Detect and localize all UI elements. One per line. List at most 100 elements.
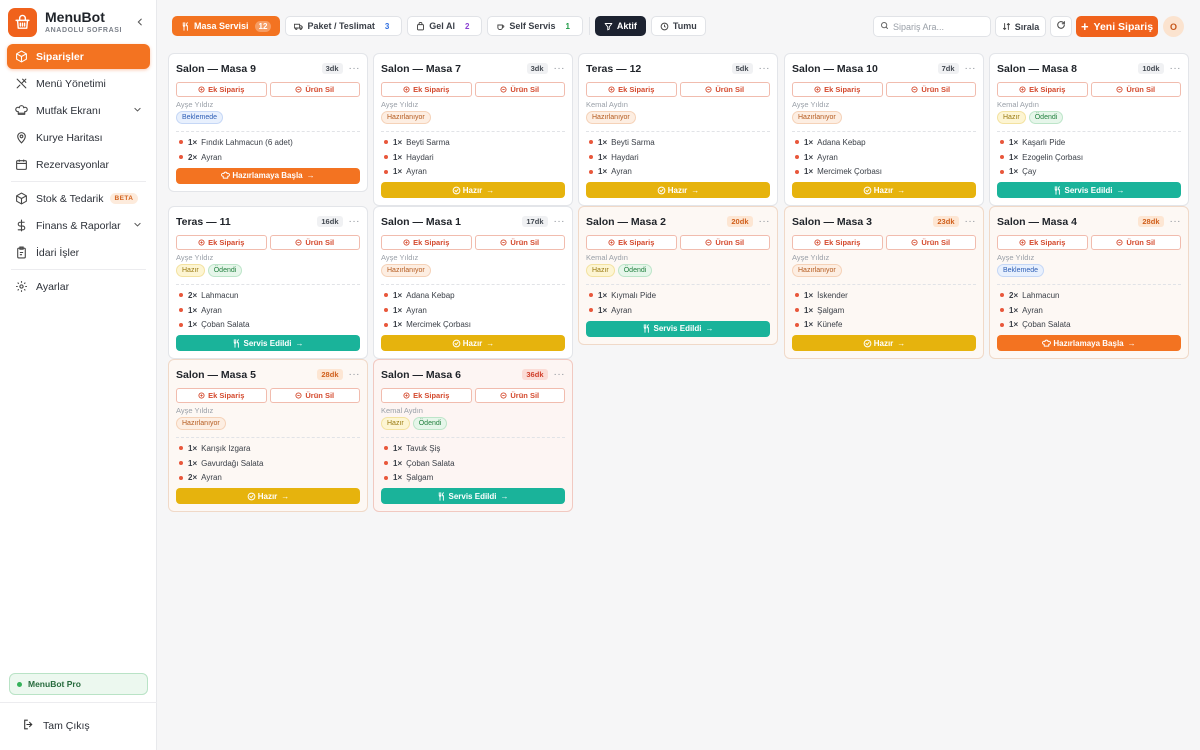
- order-status-button[interactable]: Hazır →: [586, 182, 770, 199]
- extra-order-button[interactable]: Ek Sipariş: [586, 235, 677, 250]
- order-status-button[interactable]: Hazır →: [381, 182, 565, 199]
- remove-item-button[interactable]: Ürün Sil: [679, 235, 770, 250]
- remove-item-button[interactable]: Ürün Sil: [885, 235, 976, 250]
- more-options-icon[interactable]: ···: [965, 216, 977, 227]
- tab-masa-servisi[interactable]: Masa Servisi 12: [172, 16, 281, 36]
- sidebar-item-rezervasyon[interactable]: Rezervasyonlar: [7, 152, 150, 177]
- waiter-name: Ayşe Yıldız: [997, 253, 1035, 262]
- sidebar-item-idari[interactable]: İdari İşler: [7, 240, 150, 265]
- logout-button[interactable]: Tam Çıkış: [22, 718, 90, 734]
- search-input[interactable]: [893, 21, 988, 32]
- more-options-icon[interactable]: ···: [1170, 63, 1182, 74]
- remove-item-button[interactable]: Ürün Sil: [269, 82, 360, 97]
- remove-item-button[interactable]: Ürün Sil: [1090, 235, 1181, 250]
- remove-item-button[interactable]: Ürün Sil: [269, 235, 360, 250]
- item-quantity: 1×: [804, 167, 814, 177]
- remove-item-button[interactable]: Ürün Sil: [679, 82, 770, 97]
- filter-aktif[interactable]: Aktif: [594, 16, 646, 36]
- bullet-dot: [795, 140, 799, 145]
- order-status-button[interactable]: Servis Edildi →: [997, 182, 1181, 199]
- order-items: 1× Kaşarlı Pide 1× Ezogelin Çorbası 1× Çay: [997, 135, 1181, 179]
- extra-order-button[interactable]: Ek Sipariş: [381, 388, 472, 403]
- order-status-button[interactable]: Hazır →: [792, 335, 976, 352]
- order-card[interactable]: Salon — Masa 3 23dk ··· Ek Sipariş Ürün Sil A…: [784, 206, 984, 360]
- more-options-icon[interactable]: ···: [349, 216, 361, 227]
- remove-item-button[interactable]: Ürün Sil: [474, 82, 565, 97]
- collapse-sidebar-button[interactable]: [132, 14, 148, 30]
- more-options-icon[interactable]: ···: [349, 63, 361, 74]
- sidebar-item-menu[interactable]: Menü Yönetimi: [7, 71, 150, 96]
- remove-item-button[interactable]: Ürün Sil: [269, 388, 360, 403]
- order-status-button[interactable]: Hazır →: [792, 182, 976, 199]
- remove-item-button[interactable]: Ürün Sil: [474, 388, 565, 403]
- extra-order-button[interactable]: Ek Sipariş: [176, 82, 267, 97]
- remove-item-button[interactable]: Ürün Sil: [474, 235, 565, 250]
- extra-order-button[interactable]: Ek Sipariş: [792, 82, 883, 97]
- order-card[interactable]: Teras — 12 5dk ··· Ek Sipariş Ürün Sil Kemal …: [578, 53, 778, 207]
- extra-order-button[interactable]: Ek Sipariş: [176, 388, 267, 403]
- order-status-button[interactable]: Servis Edildi →: [586, 320, 770, 337]
- order-card[interactable]: Salon — Masa 5 28dk ··· Ek Sipariş Ürün Sil A…: [168, 359, 368, 513]
- order-status-button[interactable]: Servis Edildi →: [176, 335, 360, 352]
- sidebar-item-siparisler[interactable]: Siparişler: [7, 44, 150, 69]
- list-item: 1× Kaşarlı Pide: [997, 135, 1181, 150]
- more-options-icon[interactable]: ···: [759, 63, 771, 74]
- order-title: Salon — Masa 9: [176, 62, 256, 75]
- extra-order-button[interactable]: Ek Sipariş: [586, 82, 677, 97]
- sidebar-item-ayarlar[interactable]: Ayarlar: [7, 274, 150, 299]
- more-options-icon[interactable]: ···: [554, 63, 566, 74]
- extra-order-button[interactable]: Ek Sipariş: [997, 235, 1088, 250]
- filter-tumu[interactable]: Tumu: [650, 16, 706, 36]
- extra-order-button[interactable]: Ek Sipariş: [792, 235, 883, 250]
- tab-self-servis[interactable]: Self Servis 1: [487, 16, 583, 36]
- order-card[interactable]: Teras — 11 16dk ··· Ek Sipariş Ürün Sil Ayşe …: [168, 206, 368, 360]
- check-circle-icon: [247, 492, 256, 501]
- tab-gel-al[interactable]: Gel Al 2: [407, 16, 483, 36]
- list-item: 1× Şalgam: [381, 471, 565, 486]
- chevron-down-icon: [133, 105, 142, 117]
- more-options-icon[interactable]: ···: [349, 369, 361, 380]
- sidebar-item-stok[interactable]: Stok & Tedarik BETA: [7, 186, 150, 211]
- more-options-icon[interactable]: ···: [1170, 216, 1182, 227]
- remove-item-button[interactable]: Ürün Sil: [1090, 82, 1181, 97]
- search-box[interactable]: [873, 16, 991, 37]
- status-badge: Ödendi: [617, 264, 653, 277]
- sort-button[interactable]: Sırala: [995, 16, 1046, 37]
- more-options-icon[interactable]: ···: [965, 63, 977, 74]
- new-order-button[interactable]: + Yeni Sipariş: [1076, 16, 1158, 37]
- order-status-button[interactable]: Hazırlamaya Başla →: [997, 335, 1181, 352]
- sidebar-item-finans[interactable]: Finans & Raporlar: [7, 213, 150, 238]
- order-status-button[interactable]: Hazır →: [381, 335, 565, 352]
- order-card[interactable]: Salon — Masa 10 7dk ··· Ek Sipariş Ürün Sil A…: [784, 53, 984, 207]
- sidebar-item-kurye[interactable]: Kurye Haritası: [7, 125, 150, 150]
- status-badges: Hazır Ödendi: [586, 264, 770, 278]
- order-card[interactable]: Salon — Masa 8 10dk ··· Ek Sipariş Ürün Sil K…: [989, 53, 1189, 207]
- order-status-button[interactable]: Servis Edildi →: [381, 488, 565, 505]
- order-card[interactable]: Salon — Masa 1 17dk ··· Ek Sipariş Ürün Sil A…: [373, 206, 573, 360]
- extra-order-button[interactable]: Ek Sipariş: [381, 235, 472, 250]
- pro-plan-badge[interactable]: MenuBot Pro: [9, 673, 148, 695]
- avatar[interactable]: O: [1163, 16, 1184, 37]
- sidebar-item-mutfak[interactable]: Mutfak Ekranı: [7, 98, 150, 123]
- order-card[interactable]: Salon — Masa 7 3dk ··· Ek Sipariş Ürün Sil Ay…: [373, 53, 573, 207]
- extra-order-button[interactable]: Ek Sipariş: [997, 82, 1088, 97]
- tab-paket-teslimat[interactable]: Paket / Teslimat 3: [285, 16, 403, 36]
- status-dot: [17, 681, 22, 687]
- remove-item-label: Ürün Sil: [921, 238, 951, 247]
- divider: [176, 284, 360, 285]
- more-options-icon[interactable]: ···: [759, 216, 771, 227]
- refresh-button[interactable]: [1050, 16, 1072, 37]
- order-card[interactable]: Salon — Masa 4 28dk ··· Ek Sipariş Ürün Sil A…: [989, 206, 1189, 360]
- order-card[interactable]: Salon — Masa 9 3dk ··· Ek Sipariş Ürün Sil Ay…: [168, 53, 368, 192]
- more-options-icon[interactable]: ···: [554, 216, 566, 227]
- bag-icon: [416, 21, 425, 31]
- remove-item-button[interactable]: Ürün Sil: [885, 82, 976, 97]
- order-card[interactable]: Salon — Masa 2 20dk ··· Ek Sipariş Ürün Sil K…: [578, 206, 778, 345]
- order-status-button[interactable]: Hazırlamaya Başla →: [176, 167, 360, 184]
- order-status-button[interactable]: Hazır →: [176, 488, 360, 505]
- chevron-down-icon: [133, 220, 142, 232]
- extra-order-button[interactable]: Ek Sipariş: [381, 82, 472, 97]
- more-options-icon[interactable]: ···: [554, 369, 566, 380]
- order-card[interactable]: Salon — Masa 6 36dk ··· Ek Sipariş Ürün Sil K…: [373, 359, 573, 513]
- extra-order-button[interactable]: Ek Sipariş: [176, 235, 267, 250]
